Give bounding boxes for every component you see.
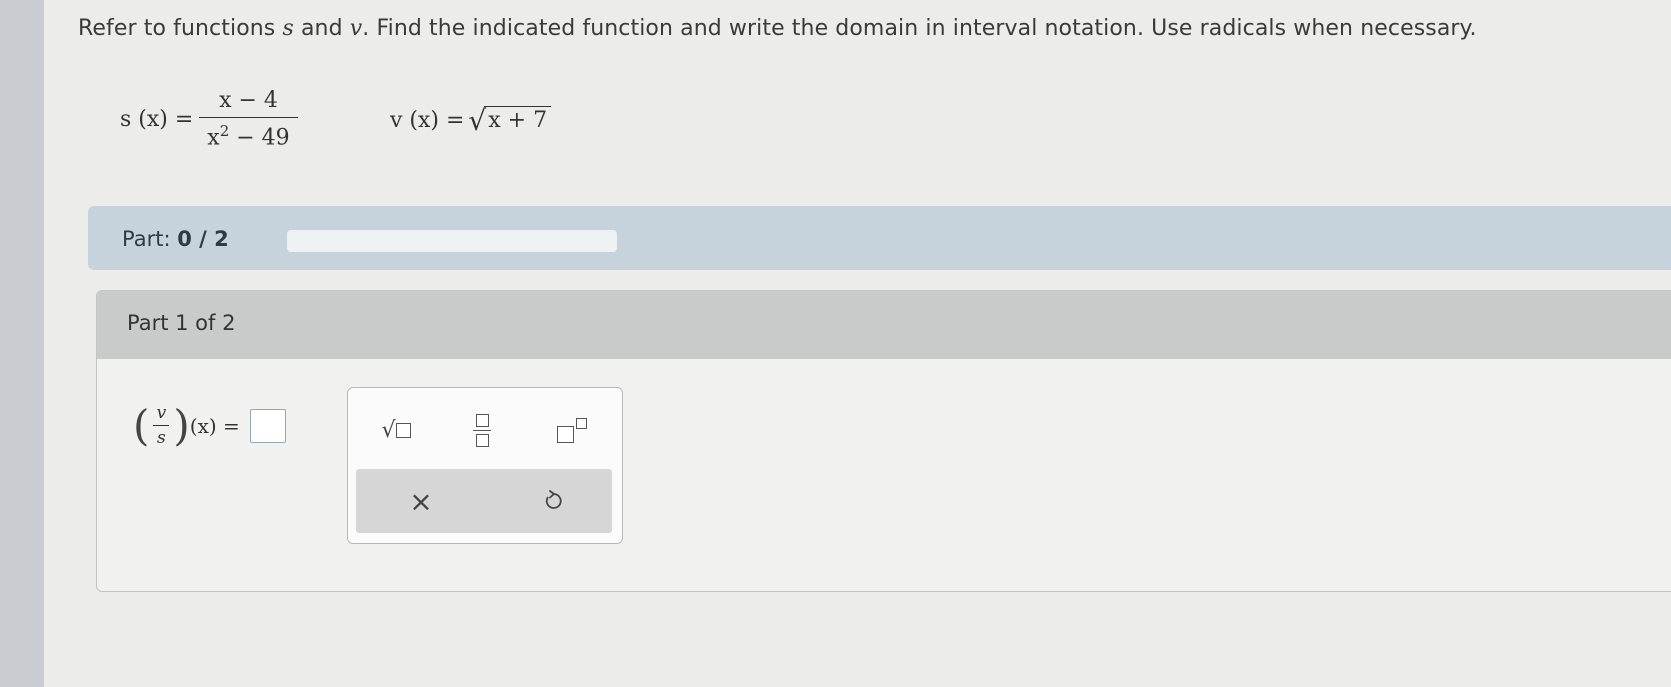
progress-label: Part: 0 / 2 <box>122 227 229 251</box>
den-exponent: 2 <box>219 122 230 140</box>
progress-bar <box>287 230 617 252</box>
function-s-denominator: x2 − 49 <box>199 118 297 150</box>
part-title: Part 1 of 2 <box>127 311 236 335</box>
answer-expression: ( v s ) (x) = <box>133 403 286 448</box>
answer-rhs: (x) = <box>189 413 240 438</box>
fraction-icon <box>473 413 491 447</box>
clear-icon: × <box>409 484 433 518</box>
function-v: v (x) = √ x + 7 <box>390 106 552 135</box>
problem-prompt: Refer to functions s and v. Find the ind… <box>78 16 1477 41</box>
prompt-text-2: and <box>293 16 350 41</box>
function-v-lhs: v (x) = <box>390 107 465 133</box>
exponent-icon <box>557 417 587 443</box>
function-s-lhs: s (x) = <box>120 106 194 132</box>
function-v-radicand: x + 7 <box>484 106 552 135</box>
math-palette: √ × <box>347 387 623 544</box>
palette-action-bar: × <box>356 469 612 533</box>
part-card: Part 1 of 2 ( v s ) (x) = √ × <box>96 290 1671 592</box>
prompt-text-1: Refer to functions <box>78 16 283 41</box>
prompt-var-s: s <box>282 16 294 41</box>
progress-value: 0 / 2 <box>177 227 229 251</box>
undo-icon <box>545 490 562 509</box>
fraction-denominator: s <box>157 428 166 448</box>
clear-button[interactable]: × <box>396 483 446 519</box>
den-rest: − 49 <box>229 125 290 151</box>
fraction-bar <box>153 425 170 426</box>
square-root-icon: √ <box>381 418 411 443</box>
prompt-text-3: . Find the indicated function and write … <box>362 16 1477 41</box>
left-paren: ( <box>133 400 150 450</box>
fraction-button[interactable] <box>456 406 508 454</box>
function-s-numerator: x − 4 <box>219 88 278 113</box>
undo-button[interactable] <box>528 483 578 519</box>
part-header: Part 1 of 2 <box>97 291 1671 359</box>
progress-label-text: Part: <box>122 227 171 251</box>
function-v-radical: √ x + 7 <box>468 106 552 135</box>
function-s: s (x) = x − 4 x2 − 49 <box>120 88 298 150</box>
answer-input[interactable] <box>249 408 286 443</box>
prompt-var-v: v <box>349 16 363 41</box>
den-base: x <box>207 125 220 151</box>
function-s-fraction: x − 4 x2 − 49 <box>199 88 298 150</box>
fraction-numerator: v <box>156 403 167 423</box>
square-root-button[interactable]: √ <box>366 410 426 450</box>
v-over-s-fraction: v s <box>153 403 170 448</box>
exponent-button[interactable] <box>542 410 602 450</box>
left-rail <box>0 0 44 687</box>
right-paren: ) <box>173 400 190 450</box>
